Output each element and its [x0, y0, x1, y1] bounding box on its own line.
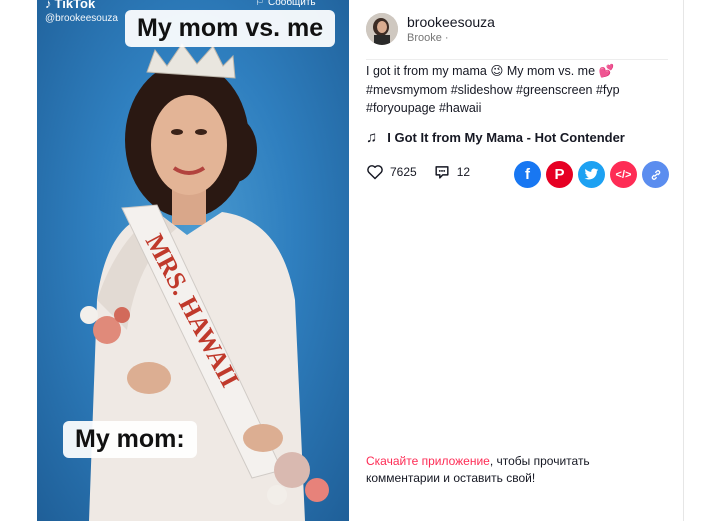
- facebook-icon: f: [525, 166, 530, 183]
- share-pinterest-button[interactable]: P: [546, 161, 573, 188]
- like-count: 7625: [390, 165, 417, 179]
- video-handle: @brookeesouza: [45, 13, 118, 24]
- comment-icon: [435, 166, 449, 179]
- link-icon: [651, 169, 660, 180]
- music-title: I Got It from My Mama - Hot Contender: [387, 130, 625, 145]
- download-app-link[interactable]: Скачайте приложение: [366, 454, 490, 468]
- like-stat[interactable]: 7625: [366, 164, 417, 180]
- flag-icon: ⚐: [255, 0, 264, 8]
- music-note-icon: ♫: [366, 129, 378, 146]
- embed-icon: </>: [615, 168, 632, 181]
- share-link-button[interactable]: [642, 161, 669, 188]
- report-button[interactable]: ⚐ Сообщить: [255, 0, 316, 8]
- description-text: I got it from my mama 😉 My mom vs. me 💕: [366, 64, 615, 78]
- tiktok-brand: TikTok: [54, 0, 96, 11]
- twitter-icon: [584, 168, 599, 180]
- tiktok-note-icon: ♪: [45, 0, 52, 11]
- hashtags-line[interactable]: #mevsmymom #slideshow #greenscreen #fyp: [366, 81, 666, 100]
- share-twitter-button[interactable]: [578, 161, 605, 188]
- author-username[interactable]: brookeesouza: [407, 14, 495, 30]
- pinterest-icon: P: [554, 166, 565, 183]
- avatar[interactable]: [366, 13, 398, 45]
- caption-bottom: My mom:: [63, 421, 197, 458]
- divider: [366, 59, 668, 60]
- report-label: Сообщить: [267, 0, 316, 8]
- tiktok-embed: MRS. HAWAII ♪ TikTok @brookeesouza ⚐ Соо…: [0, 0, 722, 521]
- hashtags-line[interactable]: #foryoupage #hawaii: [366, 99, 666, 118]
- caption-top: My mom vs. me: [125, 10, 336, 47]
- author-display-name: Brooke ·: [407, 32, 449, 44]
- music-link[interactable]: ♫ I Got It from My Mama - Hot Contender: [366, 129, 625, 146]
- video-player[interactable]: MRS. HAWAII ♪ TikTok @brookeesouza ⚐ Соо…: [37, 0, 349, 521]
- post-stats: 7625 12: [366, 164, 486, 180]
- share-buttons: f P </>: [514, 161, 669, 188]
- avatar-image: [366, 13, 398, 45]
- comment-stat[interactable]: 12: [433, 164, 470, 180]
- post-details-panel: brookeesouza Brooke · I got it from my m…: [349, 0, 684, 521]
- tiktok-logo: ♪ TikTok: [45, 0, 95, 11]
- post-description: I got it from my mama 😉 My mom vs. me 💕 …: [366, 62, 666, 118]
- download-app-prompt: Скачайте приложение, чтобы прочитать ком…: [366, 453, 666, 487]
- share-embed-button[interactable]: </>: [610, 161, 637, 188]
- heart-icon: [367, 165, 383, 180]
- share-facebook-button[interactable]: f: [514, 161, 541, 188]
- comment-count: 12: [456, 165, 471, 179]
